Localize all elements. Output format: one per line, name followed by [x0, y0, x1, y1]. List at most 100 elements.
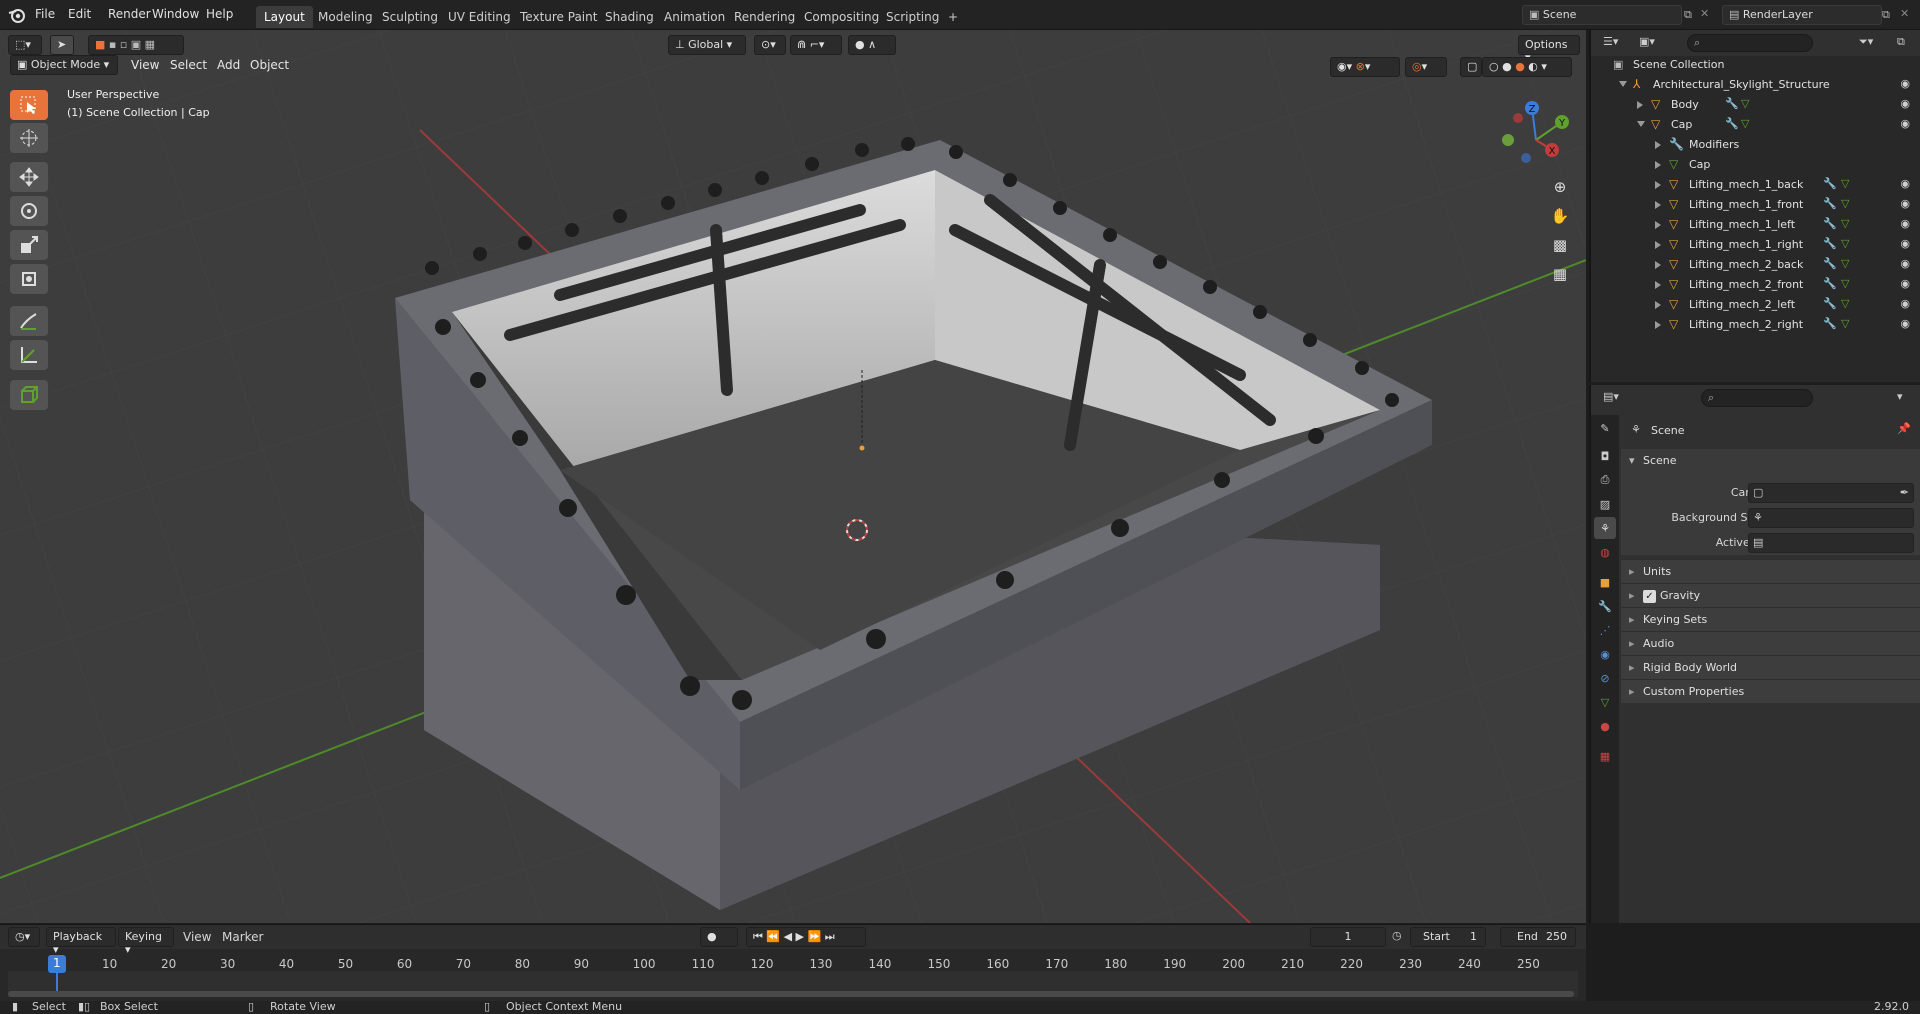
mesh-data-icon[interactable]: ▽ [1841, 277, 1849, 290]
eye-icon[interactable]: ◉ [1900, 237, 1910, 250]
tool-move[interactable] [10, 162, 48, 192]
editor-type-button[interactable]: ⬚▾ [8, 35, 42, 55]
menu-edit[interactable]: Edit [68, 7, 91, 21]
expand-right-icon[interactable] [1637, 101, 1643, 109]
new-scene-icon[interactable]: ⧉ [1684, 8, 1692, 22]
properties-options-icon[interactable]: ▾ [1897, 390, 1903, 403]
delete-scene-icon[interactable]: ✕ [1700, 7, 1709, 20]
mesh-data-icon[interactable]: ▽ [1741, 117, 1749, 130]
mesh-data-icon[interactable]: ▽ [1841, 217, 1849, 230]
outliner-row-scene-collection[interactable]: ▣ Scene Collection [1591, 55, 1920, 75]
tab-particles-icon[interactable]: ⋰ [1594, 619, 1616, 641]
modifier-icon[interactable]: 🔧 [1725, 117, 1739, 130]
expand-right-icon[interactable] [1655, 321, 1661, 329]
timeline-editor-type[interactable]: ◷▾ [8, 927, 40, 947]
eye-icon[interactable]: ◉ [1900, 97, 1910, 110]
menu-select[interactable]: Select [170, 58, 207, 72]
active-clip-field[interactable]: ▤ [1748, 533, 1914, 553]
modifier-icon[interactable]: 🔧 [1823, 217, 1837, 230]
background-scene-field[interactable]: ⚘ [1748, 508, 1914, 528]
expand-right-icon[interactable] [1655, 241, 1661, 249]
modifier-icon[interactable]: 🔧 [1725, 97, 1739, 110]
menu-add[interactable]: Add [217, 58, 240, 72]
expand-right-icon[interactable] [1655, 141, 1661, 149]
camera-field[interactable]: ▢ ✒ [1748, 483, 1914, 503]
expand-down-icon[interactable] [1619, 81, 1627, 87]
mesh-data-icon[interactable]: ▽ [1841, 197, 1849, 210]
tab-data-icon[interactable]: ▽ [1594, 691, 1616, 713]
end-frame-field[interactable]: End 250 [1500, 927, 1576, 947]
timeline-editor[interactable]: ◷▾ Playback ▾ Keying ▾ View Marker ● ⏮ ⏪… [0, 924, 1586, 1001]
expand-right-icon[interactable] [1655, 281, 1661, 289]
tab-modifier-icon[interactable]: 🔧 [1594, 595, 1616, 617]
tab-view-layer-icon[interactable]: ▨ [1594, 493, 1616, 515]
tab-modeling[interactable]: Modeling [310, 6, 381, 28]
xray-toggle[interactable]: ▢ [1460, 57, 1482, 77]
expand-right-icon[interactable] [1655, 261, 1661, 269]
expand-right-icon[interactable] [1655, 221, 1661, 229]
delete-view-layer-icon[interactable]: ✕ [1900, 7, 1909, 20]
current-frame-field[interactable]: 1 [1310, 927, 1386, 947]
gravity-checkbox[interactable]: ✓ [1643, 590, 1656, 603]
mesh-data-icon[interactable]: ▽ [1841, 237, 1849, 250]
playback-controls[interactable]: ⏮ ⏪ ◀ ▶ ⏩ ⏭ [746, 927, 866, 947]
tool-add-cube[interactable] [10, 380, 48, 410]
add-workspace-button[interactable]: + [940, 6, 966, 28]
overlays-toggle[interactable]: ◎▾ [1405, 57, 1447, 77]
shading-mode-buttons[interactable]: ○ ● ● ◐ ▾ [1482, 57, 1572, 77]
object-mode-dropdown[interactable]: ▣ Object Mode ▾ [10, 55, 118, 75]
menu-object[interactable]: Object [250, 58, 289, 72]
pivot-point-dropdown[interactable]: ⊙▾ [754, 35, 786, 55]
tab-scripting[interactable]: Scripting [878, 6, 947, 28]
new-view-layer-icon[interactable]: ⧉ [1882, 8, 1890, 22]
units-panel-header[interactable]: ▸ Units [1621, 559, 1920, 583]
ortho-toggle-icon[interactable]: ▦ [1546, 260, 1574, 288]
outliner-row[interactable]: ▽ Cap [1591, 155, 1920, 175]
tab-world-icon[interactable]: ◍ [1594, 541, 1616, 563]
tool-cursor[interactable] [10, 123, 48, 153]
eye-icon[interactable]: ◉ [1900, 257, 1910, 270]
gravity-panel-header[interactable]: ▸ ✓ Gravity [1621, 583, 1920, 607]
menu-window[interactable]: Window [152, 7, 199, 21]
expand-down-icon[interactable] [1637, 121, 1645, 127]
eye-icon[interactable]: ◉ [1900, 317, 1910, 330]
3d-viewport[interactable]: ⬚▾ ▣ Object Mode ▾ View Select Add Objec… [0, 30, 1586, 923]
modifier-icon[interactable]: 🔧 [1823, 277, 1837, 290]
eye-icon[interactable]: ◉ [1900, 177, 1910, 190]
rigid-body-world-panel-header[interactable]: ▸ Rigid Body World [1621, 655, 1920, 679]
eye-icon[interactable]: ◉ [1900, 297, 1910, 310]
outliner-search-input[interactable]: ⌕ [1687, 34, 1813, 52]
audio-panel-header[interactable]: ▸ Audio [1621, 631, 1920, 655]
outliner-row[interactable]: ▽ Lifting_mech_1_back 🔧 ▽ ◉ [1591, 175, 1920, 195]
tab-object-icon[interactable]: ■ [1594, 571, 1616, 593]
timeline-menu-marker[interactable]: Marker [222, 930, 263, 944]
eye-icon[interactable]: ◉ [1900, 217, 1910, 230]
start-frame-field[interactable]: Start 1 [1410, 927, 1486, 947]
modifier-icon[interactable]: 🔧 [1823, 197, 1837, 210]
outliner-row[interactable]: 🔧 Modifiers [1591, 135, 1920, 155]
expand-right-icon[interactable] [1655, 201, 1661, 209]
scene-panel-header[interactable]: ▾ Scene [1621, 449, 1920, 473]
snapping-dropdown[interactable]: ⋒ ⌐▾ [790, 35, 842, 55]
scene-selector[interactable]: ▣ Scene [1522, 5, 1682, 25]
outliner-row[interactable]: ▽ Lifting_mech_2_back 🔧 ▽ ◉ [1591, 255, 1920, 275]
zoom-icon[interactable]: ⊕ [1546, 173, 1574, 201]
outliner-row[interactable]: ▽ Lifting_mech_1_left 🔧 ▽ ◉ [1591, 215, 1920, 235]
visibility-overlays[interactable]: ◉▾ ⊗▾ [1330, 57, 1400, 77]
mesh-data-icon[interactable]: ▽ [1841, 177, 1849, 190]
tab-rendering[interactable]: Rendering [726, 6, 803, 28]
properties-editor-icon[interactable]: ▤▾ [1603, 390, 1619, 403]
modifier-icon[interactable]: 🔧 [1823, 317, 1837, 330]
blender-logo-icon[interactable] [8, 6, 26, 24]
outliner-editor-icon[interactable]: ☰▾ [1603, 35, 1618, 48]
pan-hand-icon[interactable]: ✋ [1546, 202, 1574, 230]
options-dropdown[interactable]: Options ▾ [1518, 35, 1580, 64]
tab-layout[interactable]: Layout [256, 6, 313, 28]
outliner-row[interactable]: ▽ Lifting_mech_1_front 🔧 ▽ ◉ [1591, 195, 1920, 215]
record-button[interactable]: ● [700, 927, 738, 947]
tab-animation[interactable]: Animation [656, 6, 733, 28]
outliner-row[interactable]: ⅄ Architectural_Skylight_Structure ◉ [1591, 75, 1920, 95]
expand-right-icon[interactable] [1655, 301, 1661, 309]
tool-measure[interactable] [10, 340, 48, 370]
expand-right-icon[interactable] [1655, 181, 1661, 189]
